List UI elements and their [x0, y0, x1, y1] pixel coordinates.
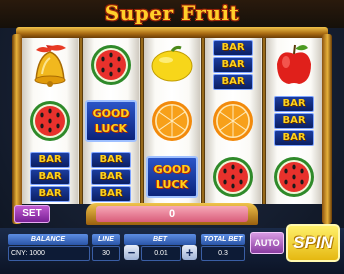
bar-label: BAR	[30, 169, 70, 185]
lemon-symbol	[144, 38, 200, 92]
reel-5: BAR BAR BAR	[266, 38, 322, 204]
spin-button[interactable]: SPIN	[286, 224, 340, 262]
bar-stack: BAR BAR BAR	[213, 40, 253, 90]
bar-stack: BAR BAR BAR	[30, 152, 70, 202]
orange-icon	[213, 101, 253, 141]
orange-icon	[152, 101, 192, 141]
bar-label: BAR	[213, 57, 253, 73]
bet-label: BET	[124, 234, 196, 245]
bet-value: 0.01	[141, 246, 181, 261]
bar-stack: BAR BAR BAR	[274, 96, 314, 146]
watermelon-icon	[274, 157, 314, 197]
bar-stack: BAR BAR BAR	[91, 152, 131, 202]
reel-1: BAR BAR BAR	[22, 38, 78, 204]
bar-label: BAR	[91, 186, 131, 202]
orange-symbol	[205, 94, 261, 148]
apple-icon	[277, 44, 311, 84]
reel-frame-top	[16, 27, 328, 38]
watermelon-icon	[30, 101, 70, 141]
game-title: Super Fruit	[104, 1, 240, 25]
balance-value: CNY: 1000	[8, 246, 90, 261]
watermelon-symbol	[83, 38, 139, 92]
bar-label: BAR	[213, 40, 253, 56]
bar-symbol: BAR BAR BAR	[266, 94, 322, 148]
bar-label: BAR	[274, 113, 314, 129]
good-luck-line1: GOOD	[92, 107, 130, 120]
bar-label: BAR	[91, 169, 131, 185]
good-luck-badge: GOOD LUCK	[146, 156, 198, 198]
bar-label: BAR	[213, 74, 253, 90]
bet-decrease-button[interactable]: −	[124, 245, 139, 260]
reel-4: BAR BAR BAR	[205, 38, 261, 204]
set-button[interactable]: SET	[14, 205, 50, 223]
bar-label: BAR	[274, 130, 314, 146]
title-bar: Super Fruit	[0, 0, 344, 28]
watermelon-symbol	[22, 94, 78, 148]
win-amount-display: 0	[96, 206, 248, 222]
balance-label: BALANCE	[8, 234, 88, 245]
reel-frame-right	[322, 34, 332, 224]
watermelon-symbol	[205, 150, 261, 204]
line-value: 30	[92, 246, 120, 261]
bar-label: BAR	[274, 96, 314, 112]
bar-label: BAR	[30, 186, 70, 202]
line-label: LINE	[92, 234, 120, 245]
bar-symbol: BAR BAR BAR	[83, 150, 139, 204]
lemon-icon	[151, 45, 193, 82]
good-luck-line2: LUCK	[155, 178, 189, 191]
reel-2: GOOD LUCK BAR BAR BAR	[83, 38, 139, 204]
watermelon-symbol	[266, 150, 322, 204]
bar-label: BAR	[91, 152, 131, 168]
bar-label: BAR	[30, 152, 70, 168]
total-bet-label: TOTAL BET	[201, 234, 245, 245]
bell-symbol	[22, 38, 78, 92]
watermelon-icon	[91, 45, 131, 85]
orange-symbol	[144, 94, 200, 148]
reel-area: BAR BAR BAR GOOD LUCK BAR BAR BAR GOOD LUCK BAR B…	[22, 38, 322, 204]
total-bet-value: 0.3	[201, 246, 245, 261]
bar-symbol: BAR BAR BAR	[205, 38, 261, 92]
good-luck-symbol: GOOD LUCK	[144, 150, 200, 204]
bet-increase-button[interactable]: +	[182, 245, 197, 260]
reel-frame-left	[12, 34, 22, 224]
good-luck-badge: GOOD LUCK	[85, 100, 137, 142]
good-luck-symbol: GOOD LUCK	[83, 94, 139, 148]
good-luck-line1: GOOD	[153, 163, 191, 176]
watermelon-icon	[213, 157, 253, 197]
bell-icon	[34, 45, 66, 87]
reel-3: GOOD LUCK	[144, 38, 200, 204]
apple-symbol	[266, 38, 322, 92]
auto-spin-button[interactable]: AUTO	[250, 232, 284, 254]
good-luck-line2: LUCK	[94, 122, 128, 135]
bar-symbol: BAR BAR BAR	[22, 150, 78, 204]
